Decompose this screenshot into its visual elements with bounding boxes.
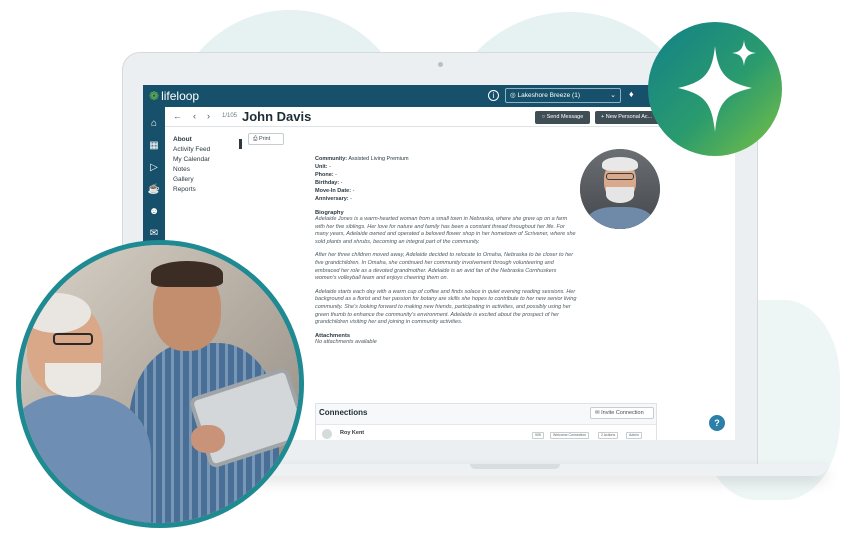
dining-icon[interactable]: ☕ [147, 183, 161, 197]
connection-tag[interactable]: Admin [626, 432, 642, 439]
community-value: Assisted Living Premium [348, 156, 409, 162]
connection-tag: 905 [532, 432, 544, 439]
home-icon[interactable]: ⌂ [147, 117, 161, 131]
page-counter: 1/105 [222, 113, 238, 119]
movein-label: Move-In Date: [315, 188, 352, 194]
messages-icon[interactable]: ✉ [147, 227, 161, 241]
attachments-empty: No attachments available [315, 338, 377, 345]
connection-tag[interactable]: 2 Actions [598, 432, 619, 439]
connections-panel: Connections ✉ Invite Connection Roy Kent… [315, 403, 657, 440]
active-nav-indicator [239, 139, 242, 149]
movein-row: Move-In Date: - [315, 187, 577, 195]
avatar [322, 429, 332, 439]
nav-item-notes[interactable]: Notes [173, 165, 241, 175]
previous-icon[interactable]: ‹ [193, 111, 196, 121]
send-message-button[interactable]: ○ Send Message [535, 111, 590, 124]
residents-icon[interactable]: ☻ [147, 205, 161, 219]
profile-photo [580, 149, 660, 229]
unit-label: Unit: [315, 164, 328, 170]
location-pin-icon: ◎ [510, 92, 516, 99]
sparkle-badge [648, 22, 782, 156]
unit-row: Unit: - [315, 163, 577, 171]
new-personal-label: New Personal Ac... [605, 114, 653, 120]
biography-paragraph: After her three children moved away, Ade… [315, 252, 574, 282]
nav-item-activity-feed[interactable]: Activity Feed [173, 145, 241, 155]
location-label: Lakeshore Breeze (1) [517, 92, 580, 99]
camera-dot [438, 62, 443, 67]
connection-row[interactable]: Roy Kent 905 Welcome Connection 2 Action… [316, 424, 656, 440]
next-icon[interactable]: › [207, 111, 210, 121]
calendar-icon[interactable]: ▦ [147, 139, 161, 153]
laptop-notch [470, 464, 560, 469]
anniversary-value: - [350, 196, 353, 202]
location-select[interactable]: ◎ Lakeshore Breeze (1) ⌄ [505, 88, 621, 103]
lifeloop-logo-icon: ❁ [149, 89, 160, 103]
back-arrow-icon[interactable]: ← [173, 111, 182, 121]
lifestyle-photo [16, 240, 304, 528]
anniversary-label: Anniversary: [315, 196, 349, 202]
profile-details: Community: Assisted Living Premium Unit:… [315, 155, 577, 345]
nav-item-about[interactable]: About [173, 135, 241, 145]
connection-name: Roy Kent [340, 430, 365, 436]
info-icon[interactable]: i [488, 90, 499, 101]
nav-item-gallery[interactable]: Gallery [173, 175, 241, 185]
phone-value: - [335, 172, 338, 178]
biography-text: Adelaide Jones is a warm-hearted woman f… [315, 216, 577, 327]
movein-value: - [352, 188, 355, 194]
biography-paragraph: Adelaide Jones is a warm-hearted woman f… [315, 216, 576, 245]
unit-value: - [329, 164, 331, 170]
top-bar: ❁ lifeloop i ◎ Lakeshore Breeze (1) ⌄ ♦ [143, 85, 735, 107]
phone-row: Phone: - [315, 171, 577, 179]
phone-label: Phone: [315, 172, 334, 178]
play-icon[interactable]: ▷ [147, 161, 161, 175]
print-button[interactable]: ⎙ Print [248, 133, 284, 145]
birthday-value: - [340, 180, 343, 186]
app-logo[interactable]: ❁ lifeloop [149, 88, 199, 104]
biography-paragraph: Adelaide starts each day with a warm cup… [315, 288, 577, 326]
print-label: Print [258, 136, 271, 142]
nav-item-my-calendar[interactable]: My Calendar [173, 155, 241, 165]
person-name: John Davis [242, 109, 312, 124]
nav-item-reports[interactable]: Reports [173, 185, 241, 195]
logo-text: lifeloop [161, 89, 200, 103]
invite-label: Invite Connection [601, 410, 644, 416]
community-row: Community: Assisted Living Premium [315, 155, 577, 163]
invite-connection-button[interactable]: ✉ Invite Connection [590, 407, 654, 419]
help-button[interactable]: ? [709, 415, 725, 431]
community-label: Community: [315, 156, 348, 162]
connection-tag: Welcome Connection [550, 432, 590, 439]
profile-nav: About Activity Feed My Calendar Notes Ga… [173, 135, 241, 195]
connections-title: Connections [319, 408, 368, 417]
sparkle-icon [678, 40, 756, 132]
birthday-row: Birthday: - [315, 179, 577, 187]
bell-icon[interactable]: ♦ [629, 89, 634, 99]
anniversary-row: Anniversary: - [315, 195, 577, 203]
birthday-label: Birthday: [315, 180, 340, 186]
send-message-label: Send Message [546, 114, 584, 120]
chevron-down-icon: ⌄ [610, 92, 616, 99]
